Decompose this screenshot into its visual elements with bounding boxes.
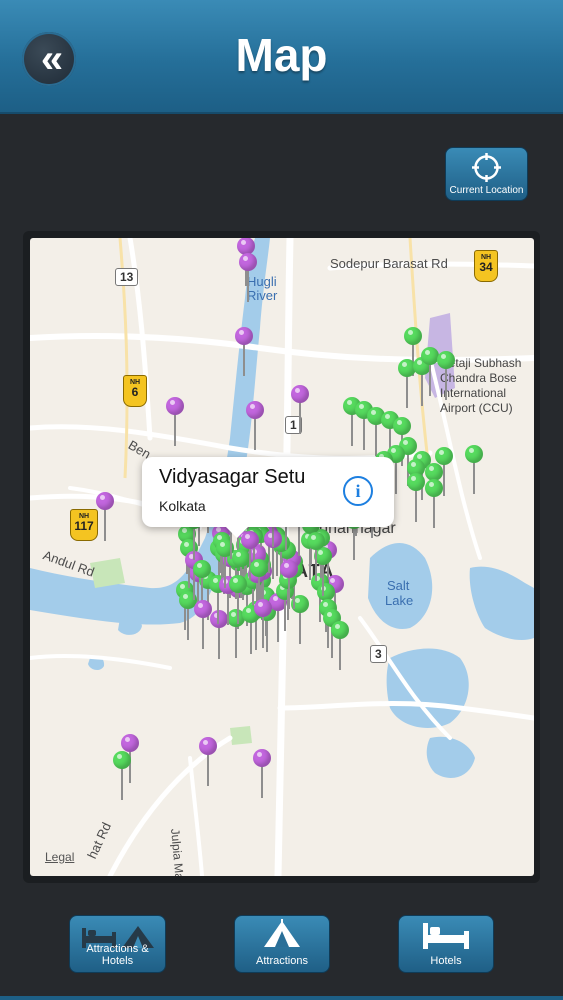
- map-view[interactable]: Sodepur Barasat Rd Hugli River Netaji Su…: [30, 238, 534, 876]
- legal-link[interactable]: Legal: [45, 850, 74, 864]
- callout-title: Vidyasagar Setu: [159, 466, 306, 488]
- info-icon[interactable]: i: [343, 476, 373, 506]
- current-location-label: Current Location: [449, 185, 524, 196]
- tab-label-hotels: Hotels: [430, 955, 462, 967]
- tab-attractions[interactable]: Attractions: [234, 915, 330, 973]
- tab-hotels[interactable]: Hotels: [398, 915, 494, 973]
- tab-label-attractions: Attractions: [256, 955, 308, 967]
- tent-icon: [264, 919, 300, 947]
- map-callout[interactable]: Vidyasagar Setu Kolkata i: [142, 457, 394, 538]
- current-location-button[interactable]: Current Location: [445, 147, 528, 201]
- map-pins-layer: [30, 238, 534, 876]
- header-bar: « Map: [0, 0, 563, 114]
- bottom-edge: [0, 996, 563, 1000]
- bed-icon: [423, 923, 469, 949]
- tab-attractions-and-hotels[interactable]: Attractions & Hotels: [69, 915, 166, 973]
- page-title: Map: [235, 29, 328, 81]
- tab-label-attractions-and-hotels: Attractions & Hotels: [86, 943, 149, 967]
- callout-subtitle: Kolkata: [159, 498, 206, 514]
- crosshair-icon: [472, 153, 501, 182]
